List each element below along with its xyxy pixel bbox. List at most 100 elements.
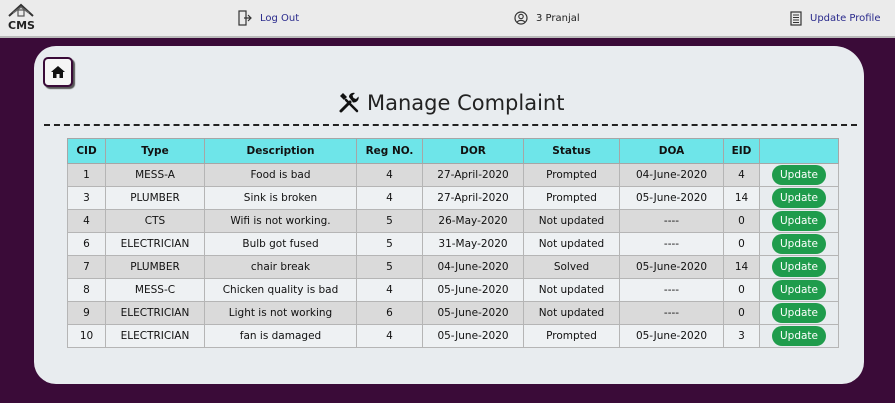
action-cell: Update xyxy=(759,324,839,348)
eid-cell: 0 xyxy=(723,301,760,325)
table-row: 9 ELECTRICIAN Light is not working 6 05-June… xyxy=(67,301,839,325)
home-icon xyxy=(51,66,65,78)
doa-cell: ---- xyxy=(619,232,724,256)
top-navbar: CMS Log Out 3 Pranjal Update Profile xyxy=(0,0,895,38)
doa-cell: 05-June-2020 xyxy=(619,186,724,210)
header-dor: DOR xyxy=(422,138,524,164)
description-cell: Chicken quality is bad xyxy=(204,278,357,302)
dor-cell: 05-June-2020 xyxy=(422,278,524,302)
action-cell: Update xyxy=(759,301,839,325)
cid-cell: 1 xyxy=(67,163,106,187)
user-name-label: 3 Pranjal xyxy=(536,12,580,24)
reg-no-cell: 6 xyxy=(356,301,423,325)
doa-cell: 05-June-2020 xyxy=(619,324,724,348)
header-status: Status xyxy=(523,138,620,164)
cid-cell: 10 xyxy=(67,324,106,348)
user-circle-icon xyxy=(514,11,528,25)
status-cell: Not updated xyxy=(523,301,620,325)
status-cell: Solved xyxy=(523,255,620,279)
page-title: Manage Complaint xyxy=(367,91,565,115)
logout-icon xyxy=(238,10,252,26)
eid-cell: 3 xyxy=(723,324,760,348)
user-profile-link[interactable]: 3 Pranjal xyxy=(514,9,580,27)
header-doa: DOA xyxy=(619,138,724,164)
table-body: 1 MESS-A Food is bad 4 27-April-2020 Prompted… xyxy=(67,163,839,348)
action-cell: Update xyxy=(759,232,839,256)
header-description: Description xyxy=(204,138,357,164)
logout-link[interactable]: Log Out xyxy=(238,9,299,27)
doa-cell: ---- xyxy=(619,278,724,302)
table-row: 1 MESS-A Food is bad 4 27-April-2020 Prompted… xyxy=(67,163,839,187)
doa-cell: 04-June-2020 xyxy=(619,163,724,187)
table-row: 7 PLUMBER chair break 5 04-June-2020 Solved 05… xyxy=(67,255,839,279)
action-cell: Update xyxy=(759,209,839,233)
table-row: 3 PLUMBER Sink is broken 4 27-April-2020 Prom… xyxy=(67,186,839,210)
update-button[interactable]: Update xyxy=(771,211,827,231)
tools-icon xyxy=(339,92,359,113)
dor-cell: 05-June-2020 xyxy=(422,301,524,325)
action-cell: Update xyxy=(759,278,839,302)
description-cell: Food is bad xyxy=(204,163,357,187)
dor-cell: 04-June-2020 xyxy=(422,255,524,279)
section-divider xyxy=(44,124,857,126)
table-header: CID Type Description Reg NO. DOR Status DOA EID xyxy=(67,138,839,164)
status-cell: Not updated xyxy=(523,209,620,233)
update-button[interactable]: Update xyxy=(771,234,827,254)
doa-cell: 05-June-2020 xyxy=(619,255,724,279)
header-cid: CID xyxy=(67,138,106,164)
update-profile-label: Update Profile xyxy=(810,12,881,24)
status-cell: Prompted xyxy=(523,324,620,348)
cid-cell: 6 xyxy=(67,232,106,256)
update-button[interactable]: Update xyxy=(771,257,827,277)
update-button[interactable]: Update xyxy=(771,188,827,208)
type-cell: MESS-C xyxy=(105,278,205,302)
reg-no-cell: 5 xyxy=(356,255,423,279)
type-cell: PLUMBER xyxy=(105,186,205,210)
header-reg-no: Reg NO. xyxy=(356,138,423,164)
eid-cell: 0 xyxy=(723,209,760,233)
header-action xyxy=(759,138,839,164)
type-cell: CTS xyxy=(105,209,205,233)
eid-cell: 0 xyxy=(723,232,760,256)
type-cell: ELECTRICIAN xyxy=(105,301,205,325)
cid-cell: 8 xyxy=(67,278,106,302)
type-cell: ELECTRICIAN xyxy=(105,324,205,348)
eid-cell: 14 xyxy=(723,186,760,210)
eid-cell: 4 xyxy=(723,163,760,187)
update-button[interactable]: Update xyxy=(771,303,827,323)
house-roof-logo-icon xyxy=(8,3,34,17)
table-row: 10 ELECTRICIAN fan is damaged 4 05-June-2020… xyxy=(67,324,839,348)
reg-no-cell: 4 xyxy=(356,163,423,187)
update-button[interactable]: Update xyxy=(771,165,827,185)
dor-cell: 26-May-2020 xyxy=(422,209,524,233)
cid-cell: 4 xyxy=(67,209,106,233)
status-cell: Not updated xyxy=(523,232,620,256)
description-cell: Light is not working xyxy=(204,301,357,325)
description-cell: Bulb got fused xyxy=(204,232,357,256)
dor-cell: 27-April-2020 xyxy=(422,186,524,210)
action-cell: Update xyxy=(759,186,839,210)
description-cell: Sink is broken xyxy=(204,186,357,210)
action-cell: Update xyxy=(759,163,839,187)
home-button[interactable] xyxy=(43,57,73,87)
update-button[interactable]: Update xyxy=(771,280,827,300)
reg-no-cell: 5 xyxy=(356,232,423,256)
doa-cell: ---- xyxy=(619,209,724,233)
cid-cell: 3 xyxy=(67,186,106,210)
type-cell: ELECTRICIAN xyxy=(105,232,205,256)
update-profile-link[interactable]: Update Profile xyxy=(790,9,881,27)
cms-logo[interactable]: CMS xyxy=(6,2,36,34)
type-cell: MESS-A xyxy=(105,163,205,187)
reg-no-cell: 4 xyxy=(356,324,423,348)
eid-cell: 14 xyxy=(723,255,760,279)
status-cell: Prompted xyxy=(523,186,620,210)
table-row: 6 ELECTRICIAN Bulb got fused 5 31-May-2020 No… xyxy=(67,232,839,256)
dor-cell: 31-May-2020 xyxy=(422,232,524,256)
dor-cell: 05-June-2020 xyxy=(422,324,524,348)
cid-cell: 7 xyxy=(67,255,106,279)
reg-no-cell: 4 xyxy=(356,278,423,302)
logo-text: CMS xyxy=(8,19,35,32)
cid-cell: 9 xyxy=(67,301,106,325)
status-cell: Not updated xyxy=(523,278,620,302)
update-button[interactable]: Update xyxy=(771,326,827,346)
